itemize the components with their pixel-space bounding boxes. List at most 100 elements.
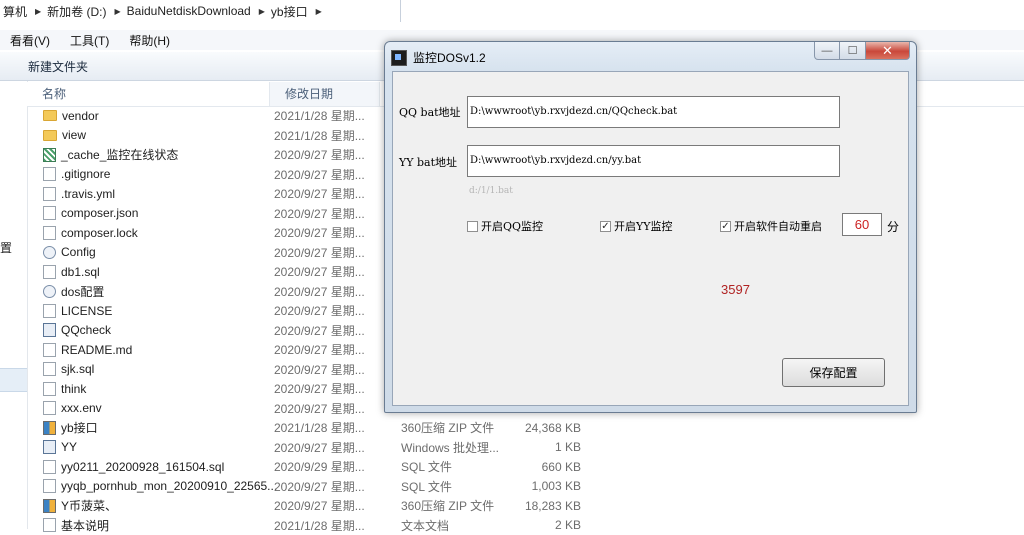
file-date: 2021/1/28 星期... (269, 517, 386, 534)
file-name-cell[interactable]: .gitignore (27, 167, 269, 181)
file-name: db1.sql (61, 265, 100, 279)
checkbox-checked-icon[interactable]: ✓ (600, 221, 611, 232)
file-icon (43, 362, 56, 376)
breadcrumb-label: BaiduNetdiskDownload (127, 4, 251, 18)
qq-path-input[interactable]: D:\wwwroot\yb.rxvjdezd.cn/QQcheck.bat (467, 96, 840, 128)
file-name-cell[interactable]: LICENSE (27, 304, 269, 318)
file-name-cell[interactable]: sjk.sql (27, 362, 269, 376)
qq-monitor-checkbox[interactable]: 开启QQ监控 (467, 218, 543, 234)
file-row[interactable]: yb接口2021/1/28 星期...360压缩 ZIP 文件24,368 KB (27, 418, 587, 438)
file-name-cell[interactable]: _cache_监控在线状态 (27, 146, 269, 163)
address-bar[interactable]: 算机▶ 新加卷 (D:)▶ BaiduNetdiskDownload ▶ yb接口… (0, 0, 401, 22)
restart-minutes-input[interactable]: 60 (842, 213, 882, 236)
dialog-client-area: QQ bat地址 D:\wwwroot\yb.rxvjdezd.cn/QQche… (392, 71, 909, 406)
menu-help[interactable]: 帮助(H) (119, 32, 180, 49)
chevron-right-icon[interactable]: ▶ (259, 7, 265, 16)
file-name-cell[interactable]: Config (27, 245, 269, 259)
minimize-icon: — (822, 45, 833, 57)
file-name-cell[interactable]: YY (27, 440, 269, 454)
chevron-right-icon[interactable]: ▶ (115, 7, 121, 16)
yy-monitor-checkbox[interactable]: ✓ 开启YY监控 (600, 218, 673, 234)
file-date: 2020/9/27 星期... (269, 361, 386, 378)
file-name: view (62, 128, 86, 142)
file-name-cell[interactable]: dos配置 (27, 283, 269, 300)
cache-file-icon (43, 148, 56, 162)
file-type: SQL 文件 (386, 478, 519, 495)
file-date: 2020/9/27 星期... (269, 244, 386, 261)
navigation-pane[interactable]: 置 (0, 81, 28, 529)
folder-icon (43, 130, 57, 141)
file-row[interactable]: Y币菠菜、2020/9/27 星期...360压缩 ZIP 文件18,283 K… (27, 496, 587, 516)
file-name: sjk.sql (61, 362, 94, 376)
file-name-cell[interactable]: QQcheck (27, 323, 269, 337)
file-name: vendor (62, 109, 99, 123)
file-date: 2021/1/28 星期... (269, 107, 386, 124)
file-name-cell[interactable]: think (27, 382, 269, 396)
close-button[interactable]: ✕ (866, 42, 910, 60)
minutes-unit-label: 分 (887, 218, 899, 235)
file-name-cell[interactable]: composer.json (27, 206, 269, 220)
menu-tools[interactable]: 工具(T) (60, 32, 119, 49)
nav-selected-item[interactable] (0, 368, 27, 392)
file-name-cell[interactable]: 基本说明 (27, 517, 269, 534)
file-name-cell[interactable]: xxx.env (27, 401, 269, 415)
file-date: 2020/9/27 星期... (269, 185, 386, 202)
breadcrumb-folder[interactable]: BaiduNetdiskDownload ▶ (124, 4, 268, 18)
nav-item-label[interactable]: 置 (0, 239, 12, 256)
new-folder-button[interactable]: 新建文件夹 (28, 58, 88, 75)
file-name: .travis.yml (61, 187, 115, 201)
file-name-cell[interactable]: .travis.yml (27, 187, 269, 201)
file-type: 360压缩 ZIP 文件 (386, 419, 519, 436)
file-name: LICENSE (61, 304, 112, 318)
checkbox-checked-icon[interactable]: ✓ (720, 221, 731, 232)
file-row[interactable]: yy0211_20200928_161504.sql2020/9/29 星期..… (27, 457, 587, 477)
maximize-button[interactable]: ☐ (840, 42, 866, 60)
file-date: 2020/9/27 星期... (269, 322, 386, 339)
file-name-cell[interactable]: yy0211_20200928_161504.sql (27, 460, 269, 474)
menu-view[interactable]: 看看(V) (0, 32, 60, 49)
file-date: 2020/9/27 星期... (269, 224, 386, 241)
file-name: 基本说明 (61, 517, 109, 534)
file-name: yy0211_20200928_161504.sql (61, 460, 224, 474)
app-icon (391, 50, 407, 66)
file-date: 2020/9/27 星期... (269, 341, 386, 358)
file-name-cell[interactable]: README.md (27, 343, 269, 357)
minimize-button[interactable]: — (814, 42, 840, 60)
file-row[interactable]: 基本说明2021/1/28 星期...文本文档2 KB (27, 516, 587, 535)
file-name: yyqb_pornhub_mon_20200910_22565... (61, 479, 277, 493)
file-name: _cache_监控在线状态 (61, 146, 178, 163)
breadcrumb-computer[interactable]: 算机▶ (0, 3, 44, 20)
chevron-right-icon[interactable]: ▶ (316, 7, 322, 16)
save-config-button[interactable]: 保存配置 (782, 358, 885, 387)
file-name-cell[interactable]: yb接口 (27, 419, 269, 436)
file-date: 2020/9/27 星期... (269, 302, 386, 319)
file-name: composer.lock (61, 226, 138, 240)
checkbox-box[interactable] (467, 221, 478, 232)
close-icon: ✕ (882, 43, 893, 59)
file-size: 660 KB (519, 460, 581, 474)
file-name-cell[interactable]: db1.sql (27, 265, 269, 279)
yy-path-input[interactable]: D:\wwwroot\yb.rxvjdezd.cn/yy.bat (467, 145, 840, 177)
file-row[interactable]: yyqb_pornhub_mon_20200910_22565...2020/9… (27, 477, 587, 497)
file-date: 2020/9/27 星期... (269, 380, 386, 397)
title-bar[interactable]: 监控DOSv1.2 (391, 49, 486, 66)
countdown-value: 3597 (721, 282, 750, 297)
auto-restart-checkbox[interactable]: ✓ 开启软件自动重启 (720, 218, 822, 234)
file-date: 2020/9/27 星期... (269, 478, 386, 495)
file-icon (43, 304, 56, 318)
breadcrumb-current[interactable]: yb接口▶ (268, 3, 325, 20)
file-name: QQcheck (61, 323, 111, 337)
chevron-right-icon[interactable]: ▶ (35, 7, 41, 16)
file-icon (43, 167, 56, 181)
breadcrumb-drive[interactable]: 新加卷 (D:)▶ (44, 3, 123, 20)
file-row[interactable]: YY2020/9/27 星期...Windows 批处理...1 KB (27, 438, 587, 458)
file-name-cell[interactable]: composer.lock (27, 226, 269, 240)
column-name[interactable]: 名称 (27, 82, 270, 106)
file-name-cell[interactable]: Y币菠菜、 (27, 497, 269, 514)
file-name-cell[interactable]: view (27, 128, 269, 142)
file-name-cell[interactable]: vendor (27, 109, 269, 123)
column-date[interactable]: 修改日期 (270, 82, 380, 106)
file-name: README.md (61, 343, 132, 357)
file-name-cell[interactable]: yyqb_pornhub_mon_20200910_22565... (27, 479, 269, 493)
file-icon (43, 479, 56, 493)
